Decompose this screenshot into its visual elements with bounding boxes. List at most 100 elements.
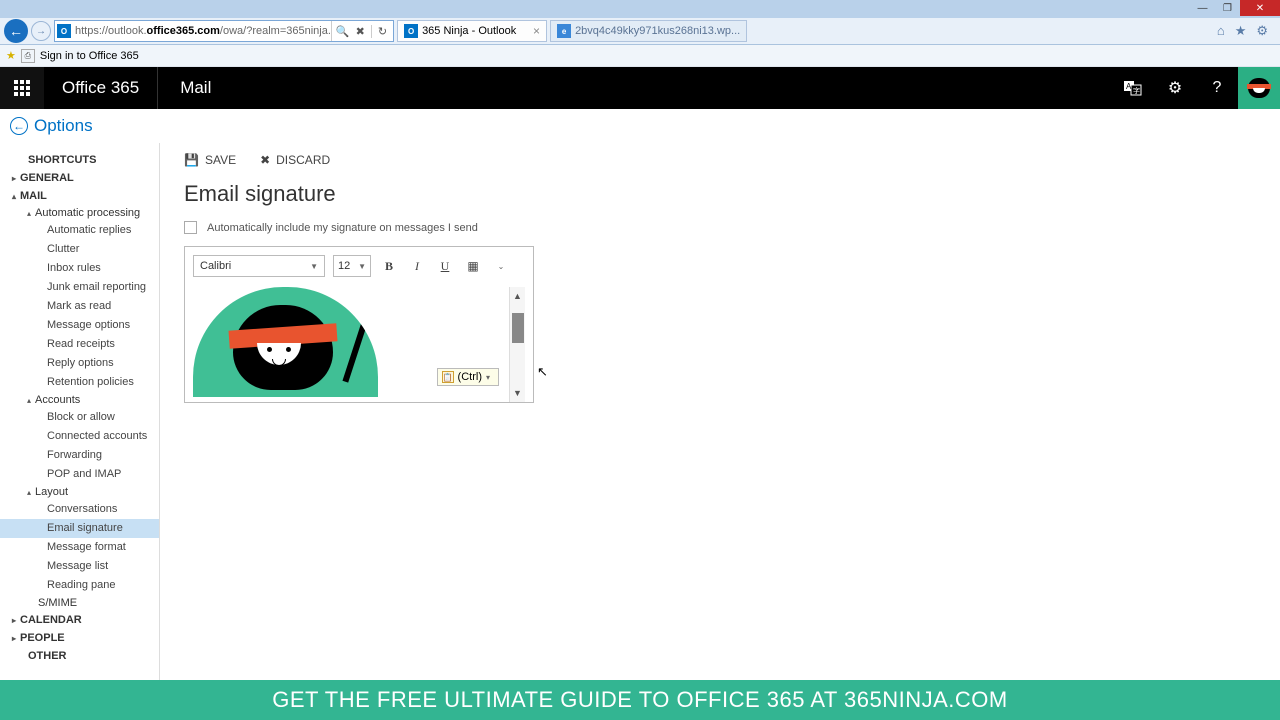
user-avatar[interactable] bbox=[1238, 67, 1280, 109]
more-formatting-button[interactable]: ⌄ bbox=[491, 256, 511, 276]
bookmark-link[interactable]: Sign in to Office 365 bbox=[40, 50, 139, 62]
sidebar-mail[interactable]: MAIL bbox=[0, 187, 159, 205]
favorites-star-icon[interactable]: ★ bbox=[6, 49, 16, 62]
editor-canvas[interactable]: 📋 (Ctrl) ▾ bbox=[193, 287, 509, 402]
favorites-icon[interactable]: ★ bbox=[1235, 23, 1247, 39]
waffle-icon bbox=[14, 80, 30, 96]
browser-toolbar: ← → O https://outlook.office365.com/owa/… bbox=[0, 18, 1280, 45]
discard-button[interactable]: ✖ DISCARD bbox=[260, 153, 330, 167]
app-name-label: Mail bbox=[157, 67, 233, 109]
translate-button[interactable]: A字 bbox=[1112, 67, 1154, 109]
signature-editor: Calibri ▼ 12 ▼ B I U ▦ ⌄ bbox=[184, 246, 534, 403]
tab-outlook[interactable]: O 365 Ninja - Outlook × bbox=[397, 20, 547, 42]
sidebar-item-pop-imap[interactable]: POP and IMAP bbox=[0, 465, 159, 484]
scroll-thumb[interactable] bbox=[512, 313, 524, 343]
sidebar-item-smime[interactable]: S/MIME bbox=[0, 595, 159, 611]
double-chevron-down-icon: ⌄ bbox=[498, 262, 505, 271]
sidebar-automatic-processing[interactable]: Automatic processing bbox=[0, 205, 159, 221]
chevron-down-icon: ▼ bbox=[310, 262, 318, 271]
svg-text:字: 字 bbox=[1133, 86, 1140, 95]
search-icon[interactable]: 🔍 bbox=[336, 25, 350, 38]
sidebar-item-reading-pane[interactable]: Reading pane bbox=[0, 576, 159, 595]
bold-button[interactable]: B bbox=[379, 256, 399, 276]
sidebar-people[interactable]: PEOPLE bbox=[0, 629, 159, 647]
checkbox-label: Automatically include my signature on me… bbox=[207, 222, 478, 234]
sidebar-calendar[interactable]: CALENDAR bbox=[0, 611, 159, 629]
page-title: Email signature bbox=[184, 181, 1256, 207]
options-back-link[interactable]: ← Options bbox=[0, 109, 1280, 143]
outlook-favicon-icon: O bbox=[404, 24, 418, 38]
discard-icon: ✖ bbox=[260, 153, 270, 167]
font-family-select[interactable]: Calibri ▼ bbox=[193, 255, 325, 277]
options-sidebar: SHORTCUTS GENERAL MAIL Automatic process… bbox=[0, 143, 160, 680]
sidebar-item-mark-as-read[interactable]: Mark as read bbox=[0, 297, 159, 316]
sidebar-general[interactable]: GENERAL bbox=[0, 169, 159, 187]
tools-icon[interactable]: ⚙ bbox=[1256, 23, 1268, 39]
options-label: Options bbox=[34, 116, 93, 136]
save-icon: 💾 bbox=[184, 153, 199, 167]
sidebar-item-message-list[interactable]: Message list bbox=[0, 557, 159, 576]
save-button[interactable]: 💾 SAVE bbox=[184, 153, 236, 167]
translate-icon: A字 bbox=[1123, 78, 1143, 98]
svg-text:A: A bbox=[1126, 82, 1132, 91]
bookmark-favicon-icon: ⎙ bbox=[21, 49, 35, 63]
italic-button[interactable]: I bbox=[407, 256, 427, 276]
sidebar-accounts[interactable]: Accounts bbox=[0, 392, 159, 408]
app-launcher-button[interactable] bbox=[0, 67, 44, 109]
font-value: Calibri bbox=[200, 260, 231, 272]
discard-label: DISCARD bbox=[276, 153, 330, 167]
paste-options-tooltip[interactable]: 📋 (Ctrl) ▾ bbox=[437, 368, 499, 386]
nav-forward-button[interactable]: → bbox=[31, 21, 51, 41]
editor-scrollbar[interactable]: ▲ ▼ bbox=[509, 287, 525, 402]
content-pane: 💾 SAVE ✖ DISCARD Email signature Automat… bbox=[160, 143, 1280, 680]
font-size-select[interactable]: 12 ▼ bbox=[333, 255, 371, 277]
nav-back-button[interactable]: ← bbox=[4, 19, 28, 43]
brand-label[interactable]: Office 365 bbox=[44, 78, 157, 98]
sidebar-item-block-allow[interactable]: Block or allow bbox=[0, 408, 159, 427]
tab-label: 2bvq4c49kky971kus268ni13.wp... bbox=[575, 25, 740, 37]
sidebar-item-junk-email[interactable]: Junk email reporting bbox=[0, 278, 159, 297]
sidebar-item-email-signature[interactable]: Email signature bbox=[0, 519, 159, 538]
sidebar-item-connected-accounts[interactable]: Connected accounts bbox=[0, 427, 159, 446]
underline-button[interactable]: U bbox=[435, 256, 455, 276]
table-button[interactable]: ▦ bbox=[463, 256, 483, 276]
window-titlebar: — ❐ ✕ bbox=[0, 0, 1280, 18]
auto-include-checkbox[interactable] bbox=[184, 221, 197, 234]
help-button[interactable]: ? bbox=[1196, 67, 1238, 109]
sidebar-item-clutter[interactable]: Clutter bbox=[0, 240, 159, 259]
tab-secondary[interactable]: e 2bvq4c49kky971kus268ni13.wp... bbox=[550, 20, 747, 42]
home-icon[interactable]: ⌂ bbox=[1217, 23, 1225, 39]
chevron-down-icon: ▾ bbox=[486, 373, 490, 382]
sidebar-item-automatic-replies[interactable]: Automatic replies bbox=[0, 221, 159, 240]
ctrl-label: (Ctrl) bbox=[458, 371, 482, 383]
tab-close-icon[interactable]: × bbox=[533, 24, 540, 38]
sidebar-other[interactable]: OTHER bbox=[0, 647, 159, 665]
size-value: 12 bbox=[338, 260, 350, 272]
sidebar-shortcuts[interactable]: SHORTCUTS bbox=[0, 151, 159, 169]
back-arrow-icon: ← bbox=[10, 117, 28, 135]
sidebar-layout[interactable]: Layout bbox=[0, 484, 159, 500]
sidebar-item-reply-options[interactable]: Reply options bbox=[0, 354, 159, 373]
sidebar-item-conversations[interactable]: Conversations bbox=[0, 500, 159, 519]
address-bar[interactable]: O https://outlook.office365.com/owa/?rea… bbox=[54, 20, 394, 42]
window-close[interactable]: ✕ bbox=[1240, 0, 1280, 16]
settings-button[interactable]: ⚙ bbox=[1154, 67, 1196, 109]
sidebar-item-message-options[interactable]: Message options bbox=[0, 316, 159, 335]
editor-toolbar: Calibri ▼ 12 ▼ B I U ▦ ⌄ bbox=[193, 255, 525, 277]
ie-favicon-icon: e bbox=[557, 24, 571, 38]
sidebar-item-retention-policies[interactable]: Retention policies bbox=[0, 373, 159, 392]
outlook-favicon-icon: O bbox=[57, 24, 71, 38]
scroll-up-icon[interactable]: ▲ bbox=[511, 287, 525, 305]
window-minimize[interactable]: — bbox=[1190, 0, 1215, 16]
sidebar-item-inbox-rules[interactable]: Inbox rules bbox=[0, 259, 159, 278]
sidebar-item-forwarding[interactable]: Forwarding bbox=[0, 446, 159, 465]
sidebar-item-message-format[interactable]: Message format bbox=[0, 538, 159, 557]
window-maximize[interactable]: ❐ bbox=[1215, 0, 1240, 16]
stop-icon[interactable]: ✖ bbox=[356, 25, 365, 38]
o365-header: Office 365 Mail A字 ⚙ ? bbox=[0, 67, 1280, 109]
scroll-down-icon[interactable]: ▼ bbox=[511, 384, 525, 402]
url-text: https://outlook.office365.com/owa/?realm… bbox=[75, 25, 331, 37]
refresh-icon[interactable]: ↻ bbox=[371, 25, 387, 38]
sidebar-item-read-receipts[interactable]: Read receipts bbox=[0, 335, 159, 354]
bookmarks-bar: ★ ⎙ Sign in to Office 365 bbox=[0, 45, 1280, 67]
